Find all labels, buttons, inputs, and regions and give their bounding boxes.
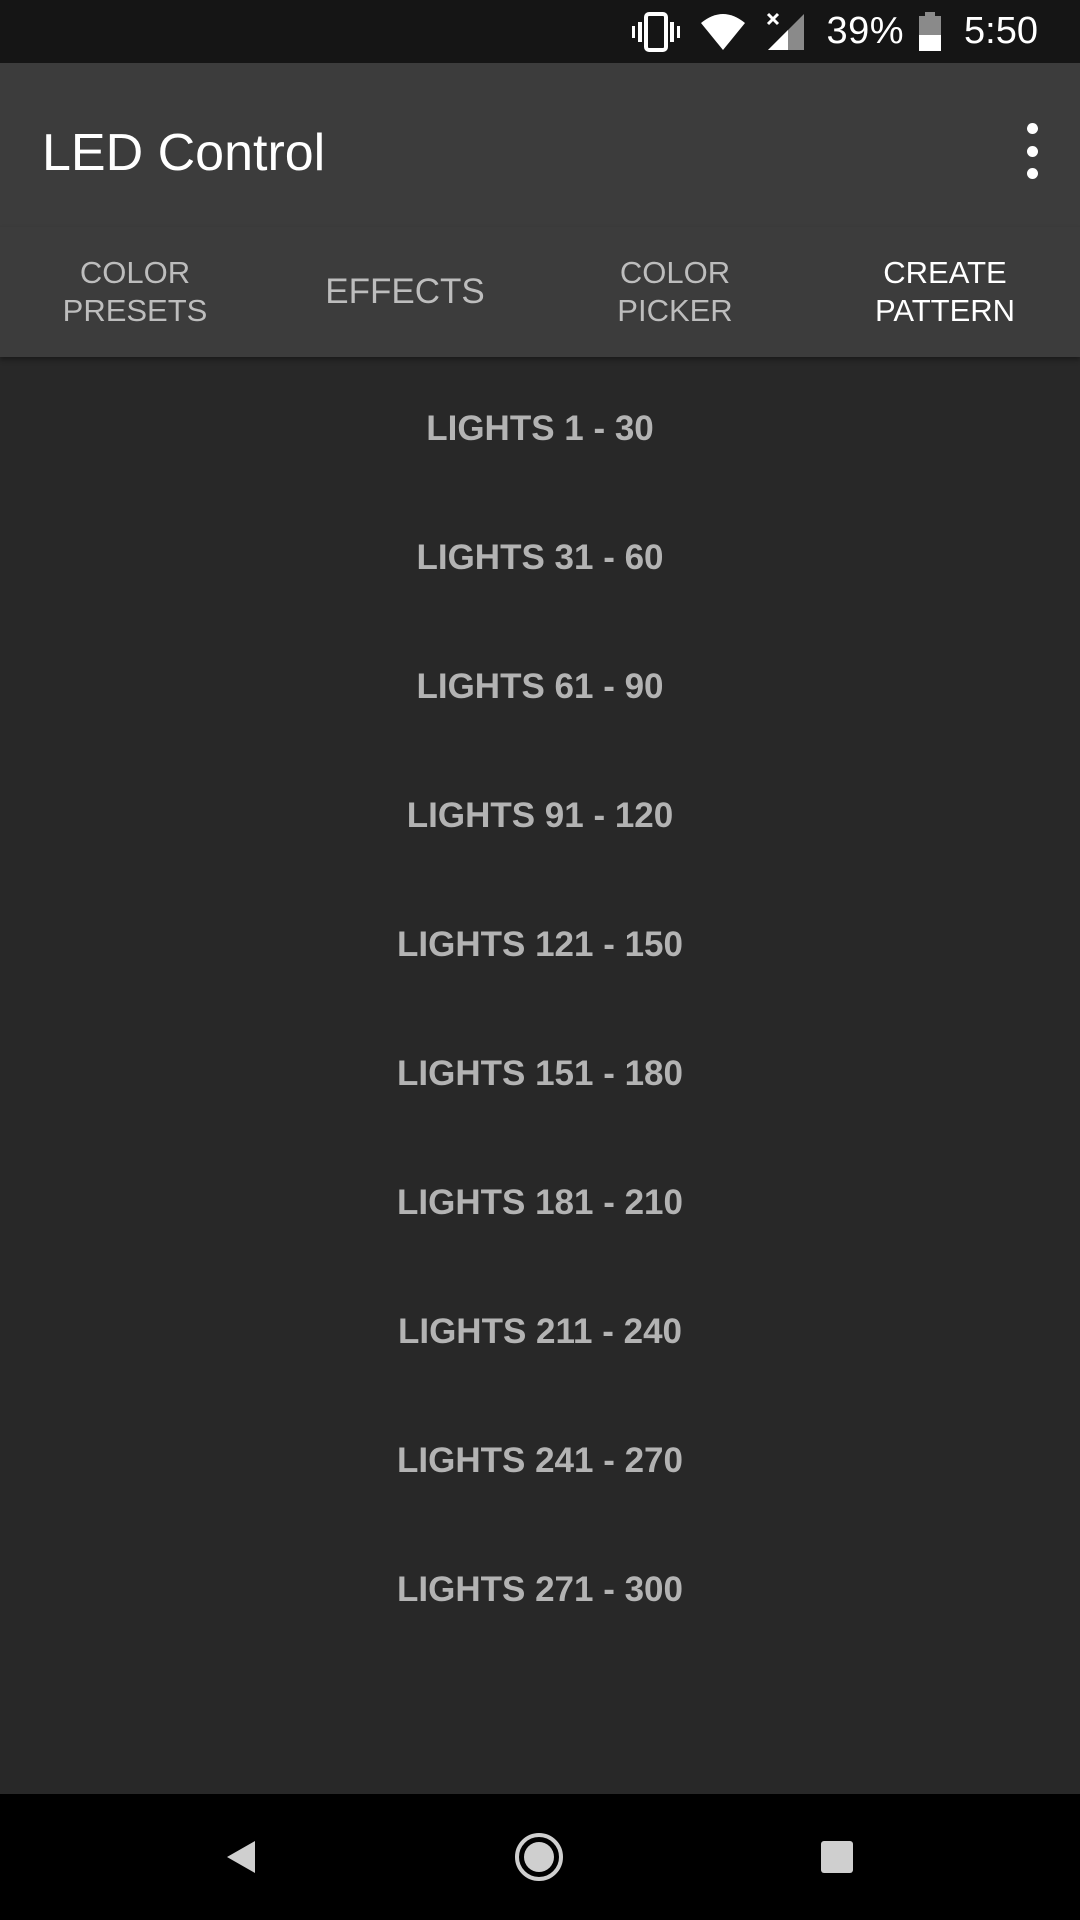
tab-effects[interactable]: EFFECTS [270,227,540,357]
tab-color-picker[interactable]: COLOR PICKER [540,227,810,357]
screen: 39% 5:50 LED Control COLOR PRESETS EFFEC… [0,0,1080,1920]
wifi-icon [700,13,746,51]
app-title: LED Control [42,124,326,182]
battery-icon [918,11,942,52]
list-item[interactable]: LIGHTS 181 - 210 [0,1138,1080,1267]
clock: 5:50 [964,10,1038,52]
list-item[interactable]: LIGHTS 241 - 270 [0,1396,1080,1525]
signal-icon [766,12,806,52]
menu-dot [1026,123,1038,134]
tab-create-pattern[interactable]: CREATE PATTERN [810,227,1080,357]
list-item[interactable]: LIGHTS 61 - 90 [0,622,1080,751]
navigation-bar [0,1794,1080,1920]
list-item[interactable]: LIGHTS 211 - 240 [0,1267,1080,1396]
back-icon[interactable] [206,1822,276,1892]
home-icon[interactable] [504,1822,574,1892]
app-bar: LED Control [0,63,1080,227]
menu-dot [1026,168,1038,179]
status-bar: 39% 5:50 [0,0,1080,63]
recents-icon[interactable] [802,1822,872,1892]
menu-dot [1026,145,1038,157]
more-vert-icon[interactable] [1012,123,1052,179]
list-item[interactable]: LIGHTS 91 - 120 [0,751,1080,880]
tab-bar: COLOR PRESETS EFFECTS COLOR PICKER CREAT… [0,227,1080,357]
tab-color-presets[interactable]: COLOR PRESETS [0,227,270,357]
battery-percent: 39% [826,10,905,52]
list-item[interactable]: LIGHTS 31 - 60 [0,493,1080,622]
list-item[interactable]: LIGHTS 151 - 180 [0,1009,1080,1138]
list-item[interactable]: LIGHTS 1 - 30 [0,364,1080,493]
vibrate-icon [632,11,681,52]
list-item[interactable]: LIGHTS 121 - 150 [0,880,1080,1009]
lights-list: LIGHTS 1 - 30 LIGHTS 31 - 60 LIGHTS 61 -… [0,364,1080,1654]
list-item[interactable]: LIGHTS 271 - 300 [0,1525,1080,1654]
